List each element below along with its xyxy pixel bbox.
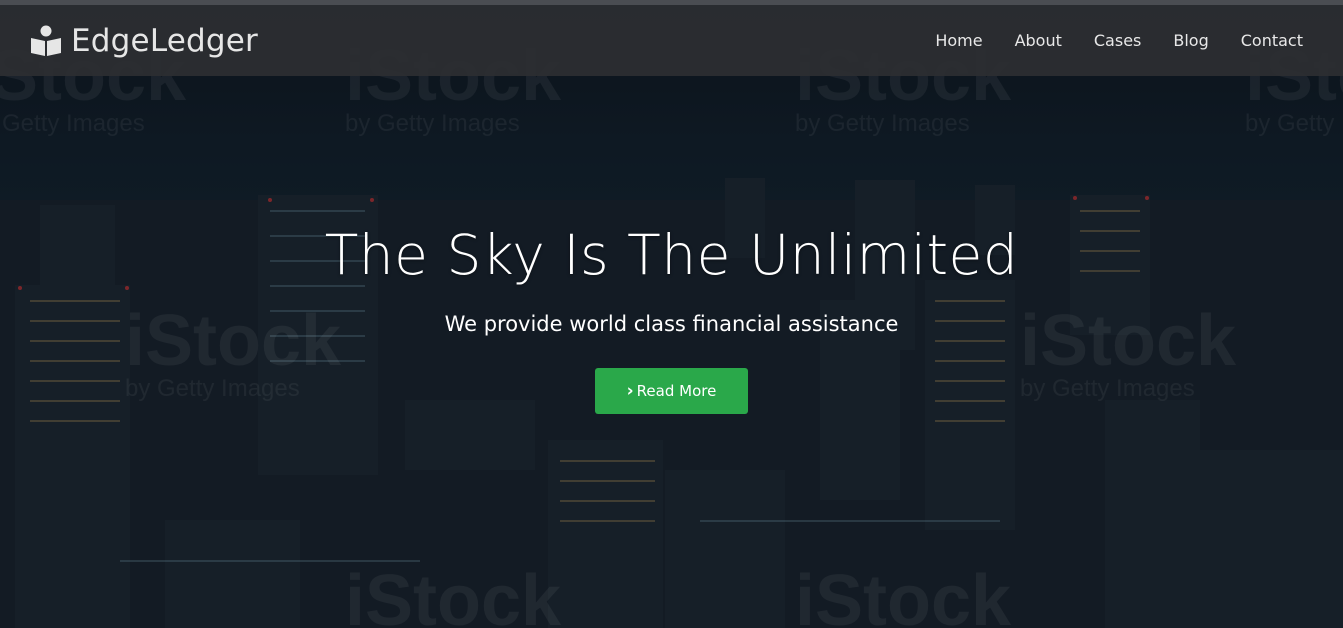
main-nav: Home About Cases Blog Contact [903, 5, 1303, 76]
person-book-icon [31, 25, 61, 56]
nav-home[interactable]: Home [935, 31, 982, 50]
brand-logo[interactable]: EdgeLedger [29, 23, 258, 59]
read-more-button[interactable]: › Read More [595, 368, 748, 414]
top-border [0, 0, 1343, 5]
hero-subtitle: We provide world class financial assista… [444, 312, 899, 336]
nav-blog[interactable]: Blog [1173, 31, 1208, 50]
nav-cases[interactable]: Cases [1094, 31, 1142, 50]
chevron-right-icon: › [626, 381, 634, 401]
hero-title: The Sky Is The Unlimited [324, 223, 1019, 287]
hero-content: The Sky Is The Unlimited We provide worl… [0, 220, 1343, 414]
brand-name: EdgeLedger [71, 23, 258, 59]
read-more-label: Read More [636, 382, 717, 400]
nav-contact[interactable]: Contact [1241, 31, 1303, 50]
navbar: EdgeLedger Home About Cases Blog Contact [0, 5, 1343, 76]
nav-about[interactable]: About [1015, 31, 1062, 50]
